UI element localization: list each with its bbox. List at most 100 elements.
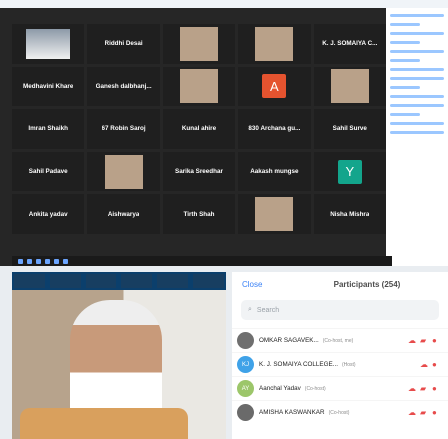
participant-row[interactable]: OMKAR SAGAVEK... (Co-host, me) ☁ ▰ ● — [232, 328, 448, 352]
mini-tile[interactable] — [121, 274, 153, 288]
participant-tile[interactable]: Kunal ahire — [162, 109, 236, 149]
participant-avatar: AY — [237, 380, 254, 397]
participant-tile[interactable]: Sahil Padave — [12, 151, 85, 192]
toolbar-icon[interactable] — [63, 258, 68, 264]
participant-row[interactable]: AY Aanchal Yadav (Co-host) ☁ ▰ ● — [232, 376, 448, 400]
participant-tile[interactable]: Sarika Sreedhar — [162, 151, 236, 192]
participant-name: Riddhi Desai — [104, 40, 143, 48]
chat-message-line — [390, 59, 420, 62]
chat-message-line — [390, 122, 444, 125]
participant-tile[interactable]: Medhavini Khare — [12, 66, 85, 107]
chat-message-line — [390, 23, 420, 26]
video-off-icon[interactable]: ▰ — [420, 336, 428, 345]
participant-role: (Co-host) — [328, 409, 350, 416]
profile-photo — [330, 69, 369, 104]
mic-off-icon[interactable]: ● — [432, 336, 440, 345]
participant-tile[interactable]: K. J. SOMAIYA C... — [313, 24, 386, 64]
mini-tile[interactable] — [49, 274, 81, 288]
chat-message-line — [390, 86, 420, 89]
thumbnail-strip — [12, 272, 226, 290]
participant-name: Aishwarya — [107, 210, 140, 218]
participant-name-group: Aanchal Yadav (Co-host) — [259, 385, 403, 392]
video-off-icon[interactable]: ▰ — [420, 408, 428, 417]
toolbar-icon[interactable] — [45, 258, 50, 264]
participant-name: Aakash mungse — [250, 168, 299, 176]
toolbar-icon[interactable] — [54, 258, 59, 264]
participant-tile[interactable]: 67 Robin Saroj — [87, 109, 160, 149]
participant-avatar — [237, 404, 254, 421]
chat-side-panel — [386, 8, 448, 266]
participant-name: Sahil Surve — [332, 125, 367, 133]
participant-tile[interactable]: 830 Archana gu... — [238, 109, 311, 149]
participant-tile[interactable]: Aishwarya — [87, 194, 160, 234]
participant-tile[interactable] — [238, 24, 311, 64]
participant-tile[interactable] — [162, 24, 236, 64]
participant-tile[interactable]: Y — [313, 151, 386, 192]
participant-tile[interactable]: Ganesh dalbhanj... — [87, 66, 160, 107]
profile-photo — [179, 26, 218, 61]
participant-tile[interactable] — [238, 194, 311, 234]
participant-tile[interactable] — [87, 151, 160, 192]
close-button[interactable]: Close — [232, 280, 286, 289]
search-input[interactable]: ⌕ Search — [241, 300, 439, 320]
chat-message-line — [390, 113, 420, 116]
participant-name: Ganesh dalbhanj... — [95, 82, 152, 90]
participant-name-group: AMISHA KASWANKAR (Co-host) — [259, 409, 403, 416]
mini-tile[interactable] — [157, 274, 189, 288]
chat-message-line — [390, 131, 444, 134]
mic-off-icon[interactable]: ● — [432, 384, 440, 393]
participant-name: AMISHA KASWANKAR — [259, 409, 325, 416]
mic-off-icon[interactable]: ● — [432, 408, 440, 417]
mini-tile[interactable] — [85, 274, 117, 288]
mini-tile[interactable] — [14, 274, 45, 288]
participant-tile[interactable]: A — [238, 66, 311, 107]
toolbar-icon[interactable] — [27, 258, 32, 264]
speaker-view — [12, 272, 226, 439]
participant-controls: ☁ ▰ ● — [408, 384, 440, 393]
participant-name: 830 Archana gu... — [248, 125, 301, 133]
participant-tile[interactable]: Tirth Shah — [162, 194, 236, 234]
chat-message-line — [390, 104, 444, 107]
chat-message-line — [390, 68, 444, 71]
participant-row[interactable]: KJ K. J. SOMAIYA COLLEGE... (Host) ☁ ● — [232, 352, 448, 376]
participant-tile[interactable]: Ankita yadav — [12, 194, 85, 234]
toolbar-icon[interactable] — [18, 258, 23, 264]
participant-name: Imran Shaikh — [28, 125, 68, 133]
toolbar-icon[interactable] — [36, 258, 41, 264]
participant-name: OMKAR SAGAVEK... — [259, 337, 319, 344]
participant-name: Medhavini Khare — [23, 82, 74, 90]
participant-tile[interactable] — [162, 66, 236, 107]
participant-tile[interactable]: Nisha Mishra — [313, 194, 386, 234]
participant-name: Kunal ahire — [181, 125, 217, 133]
cloud-icon: ☁ — [408, 335, 416, 345]
mic-off-icon[interactable]: ● — [432, 360, 440, 369]
participant-tile[interactable]: Sahil Surve — [313, 109, 386, 149]
participant-name: Tirth Shah — [183, 210, 215, 218]
meeting-toolbar — [12, 256, 392, 266]
mini-tile[interactable] — [193, 274, 224, 288]
chat-message-line — [390, 41, 420, 44]
participant-name-group: K. J. SOMAIYA COLLEGE... (Host) — [259, 361, 415, 368]
gallery-view: Riddhi Desai K. J. SOMAIYA C... Medhavin… — [0, 0, 448, 266]
profile-photo — [255, 197, 294, 232]
participant-tile[interactable] — [313, 66, 386, 107]
search-icon: ⌕ — [248, 306, 252, 313]
window-top-bar — [0, 0, 448, 8]
participant-tile[interactable]: Riddhi Desai — [87, 24, 160, 64]
participant-tile[interactable] — [12, 24, 85, 64]
participant-name: 67 Robin Saroj — [101, 125, 146, 133]
letter-avatar: A — [262, 74, 287, 99]
participant-name: K. J. SOMAIYA C... — [322, 40, 378, 48]
participant-avatar: KJ — [237, 356, 254, 373]
participants-panel: Close Participants (254) ⌕ Search OMKAR … — [232, 272, 448, 439]
profile-photo — [179, 69, 218, 104]
chat-message-line — [390, 14, 444, 17]
video-off-icon[interactable]: ▰ — [420, 384, 428, 393]
participant-role: (Host) — [341, 361, 356, 368]
participant-tile[interactable]: Imran Shaikh — [12, 109, 85, 149]
participant-tile[interactable]: Aakash mungse — [238, 151, 311, 192]
chat-message-line — [390, 50, 444, 53]
participant-row[interactable]: AMISHA KASWANKAR (Co-host) ☁ ▰ ● — [232, 400, 448, 424]
speaker-shirt — [20, 408, 188, 439]
participant-avatar — [237, 332, 254, 349]
